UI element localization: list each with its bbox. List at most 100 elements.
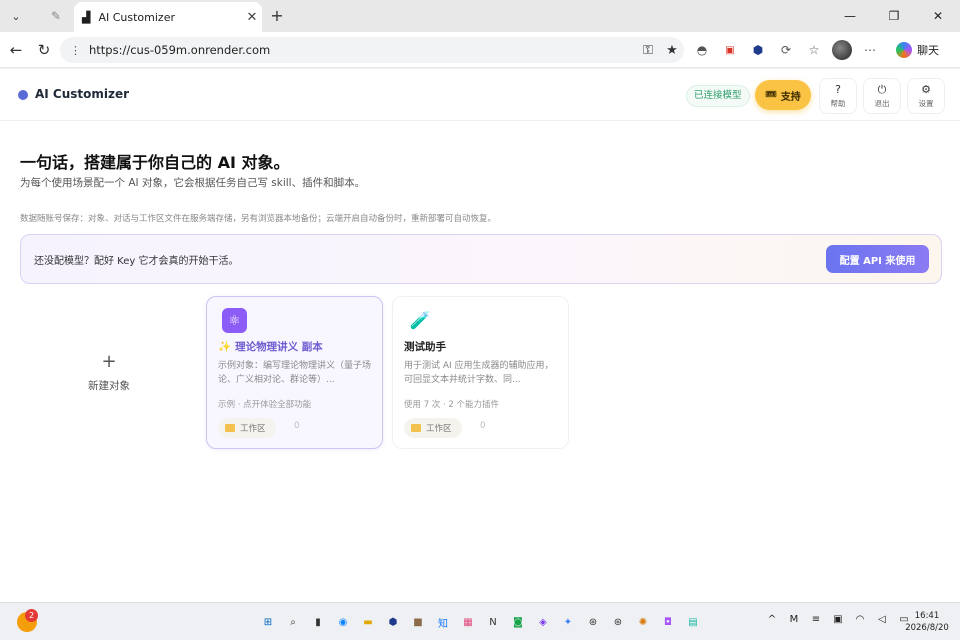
green-app-icon[interactable]: ◙ xyxy=(508,612,528,632)
logout-button[interactable]: ⏻ 退出 xyxy=(863,78,901,114)
new-tab-button[interactable]: + xyxy=(266,5,288,27)
restore-button[interactable]: ❐ xyxy=(872,0,916,32)
app-header: AI Customizer 已连接模型 🎟 支持 ? 帮助 ⏻ 退出 ⚙ 设置 xyxy=(0,69,960,121)
ticket-icon: 🎟 xyxy=(765,90,777,100)
object-card-test-assistant[interactable]: 🧪 测试助手 用于测试 AI 应用生成器的辅助应用，可回显文本并统计字数、同..… xyxy=(392,296,569,449)
sparkle-icon: ✨ xyxy=(218,341,232,353)
start-icon[interactable]: ⊞ xyxy=(258,612,278,632)
chatgpt-icon[interactable]: ⊛ xyxy=(583,612,603,632)
extension-eye-icon[interactable]: ◓ xyxy=(688,37,716,63)
clock-time: 16:41 xyxy=(914,611,940,621)
close-window-button[interactable]: ✕ xyxy=(916,0,960,32)
notes-app-icon[interactable]: ▤ xyxy=(683,612,703,632)
extension-red-icon[interactable]: ▣ xyxy=(716,37,744,63)
card-title: ✨ 理论物理讲义 副本 xyxy=(218,339,323,354)
close-tab-icon[interactable]: ✕ xyxy=(242,10,262,25)
taskbar-clock[interactable]: 16:41 2026/8/20 xyxy=(905,610,949,634)
zhihu-icon[interactable]: 知 xyxy=(433,612,453,632)
folder-icon xyxy=(225,424,235,432)
url-text: https://cus-059m.onrender.com xyxy=(89,43,271,57)
copilot-button[interactable]: 聊天 xyxy=(890,38,945,62)
model-status-badge: 已连接模型 xyxy=(686,85,750,107)
workspace-chip[interactable]: 工作区 xyxy=(218,418,276,438)
search-icon[interactable]: ⌕ xyxy=(283,612,303,632)
volume-icon[interactable]: ◁ xyxy=(874,614,890,625)
new-object-card[interactable]: + 新建对象 xyxy=(20,296,198,448)
file-explorer-icon[interactable]: ▬ xyxy=(358,612,378,632)
chevron-up-icon[interactable]: ^ xyxy=(764,614,780,625)
browser-tab-bar: ⌄ ✎ ▟ AI Customizer ✕ + — ❐ ✕ xyxy=(0,0,960,32)
card-title: 测试助手 xyxy=(404,341,446,353)
pin-icon[interactable]: ✎ xyxy=(41,5,71,27)
banner-text: 还没配模型？配好 Key 它才会真的开始干活。 xyxy=(34,256,239,267)
vscode-icon[interactable]: ◈ xyxy=(533,612,553,632)
tray-sliders-icon[interactable]: ≡ xyxy=(808,614,824,625)
workspace-chip[interactable]: 工作区 xyxy=(404,418,462,438)
settings-button[interactable]: ⚙ 设置 xyxy=(907,78,945,114)
os-taskbar: 2 ⊞ ⌕ ▮ ◉ ▬ ⬢ ■ 知 ▦ N ◙ ◈ ✦ ⊛ ⊛ ✺ ◘ ▤ ^ … xyxy=(0,602,960,640)
page-title: 一句话，搭建属于你自己的 AI 对象。 xyxy=(20,153,290,172)
brand-logo-dot xyxy=(18,90,28,100)
help-label: 帮助 xyxy=(830,98,846,108)
workspace-label: 工作区 xyxy=(426,424,452,434)
tab-title: AI Customizer xyxy=(98,10,175,24)
support-button[interactable]: 🎟 支持 xyxy=(755,80,811,110)
browser-toolbar: ← ↻ ⋮ https://cus-059m.onrender.com ⚿ ★ … xyxy=(0,32,960,68)
pink-app-icon[interactable]: ▦ xyxy=(458,612,478,632)
notification-badge: 2 xyxy=(25,609,38,622)
copilot-label: 聊天 xyxy=(917,44,939,57)
edge-icon[interactable]: ◉ xyxy=(333,612,353,632)
more-menu-icon[interactable]: ⋯ xyxy=(856,37,884,63)
notion-icon[interactable]: N xyxy=(483,612,503,632)
page-subtitle: 为每个使用场景配一个 AI 对象，它会根据任务自己写 skill、插件和脚本。 xyxy=(20,177,366,189)
chevron-down-icon[interactable]: ⌄ xyxy=(5,5,27,27)
app-brown-icon[interactable]: ■ xyxy=(408,612,428,632)
brand-name: AI Customizer xyxy=(35,87,130,101)
power-icon: ⏻ xyxy=(877,82,887,96)
plus-icon: + xyxy=(101,350,117,372)
reload-icon[interactable]: ↻ xyxy=(30,36,58,64)
new-object-label: 新建对象 xyxy=(88,379,130,392)
tab-ai-customizer[interactable]: ▟ AI Customizer ✕ xyxy=(74,2,262,32)
claude-icon[interactable]: ✺ xyxy=(633,612,653,632)
card-meta: 使用 7 次 · 2 个能力插件 xyxy=(404,400,500,410)
help-button[interactable]: ? 帮助 xyxy=(819,78,857,114)
atom-icon: ⚛ xyxy=(222,308,247,333)
minimize-button[interactable]: — xyxy=(828,0,872,32)
help-icon: ? xyxy=(835,82,841,96)
copilot-icon xyxy=(896,42,912,58)
setup-banner: 还没配模型？配好 Key 它才会真的开始干活。 配置 API 来使用 xyxy=(20,234,942,284)
back-arrow-icon[interactable]: ← xyxy=(2,36,30,64)
gemini-icon[interactable]: ✦ xyxy=(558,612,578,632)
purple-app-icon[interactable]: ◘ xyxy=(658,612,678,632)
folder-icon xyxy=(411,424,421,432)
site-info-icon[interactable]: ⋮ xyxy=(70,44,81,57)
task-view-icon[interactable]: ▮ xyxy=(308,612,328,632)
shield-app-icon[interactable]: ⬢ xyxy=(383,612,403,632)
openai-icon[interactable]: ⊛ xyxy=(608,612,628,632)
avatar xyxy=(832,40,852,60)
file-count: 0 xyxy=(480,421,486,431)
tray-nvidia-icon[interactable]: ▣ xyxy=(830,614,846,625)
card-title-text: 理论物理讲义 副本 xyxy=(235,341,323,353)
logout-label: 退出 xyxy=(874,98,890,108)
app-favicon-icon: ▟ xyxy=(82,10,91,24)
extensions-puzzle-icon[interactable]: ⟳ xyxy=(772,37,800,63)
profile-avatar[interactable] xyxy=(828,37,856,63)
storage-note: 数据随账号保存：对象、对话与工作区文件在服务端存储，另有浏览器本地备份；云端开启… xyxy=(20,214,497,224)
collections-icon[interactable]: ☆ xyxy=(800,37,828,63)
window-controls: — ❐ ✕ xyxy=(828,0,960,32)
file-count: 0 xyxy=(294,421,300,431)
tray-app-icon[interactable]: M xyxy=(786,614,802,625)
extension-shield-icon[interactable]: ⬢ xyxy=(744,37,772,63)
gear-icon: ⚙ xyxy=(921,82,931,96)
object-card-physics[interactable]: ⚛ ✨ 理论物理讲义 副本 示例对象：编写理论物理讲义（量子场论、广义相对论、群论… xyxy=(206,296,383,449)
support-label: 支持 xyxy=(780,91,801,103)
configure-api-button[interactable]: 配置 API 来使用 xyxy=(826,245,929,273)
key-icon[interactable]: ⚿ xyxy=(636,43,660,58)
favorite-star-icon[interactable]: ★ xyxy=(660,43,684,58)
wifi-icon[interactable]: ◠ xyxy=(852,614,868,625)
system-tray: ^ M ≡ ▣ ◠ ◁ ▭ xyxy=(764,614,918,625)
address-bar[interactable]: ⋮ https://cus-059m.onrender.com ⚿ ★ xyxy=(60,37,684,63)
clock-date: 2026/8/20 xyxy=(905,623,949,633)
